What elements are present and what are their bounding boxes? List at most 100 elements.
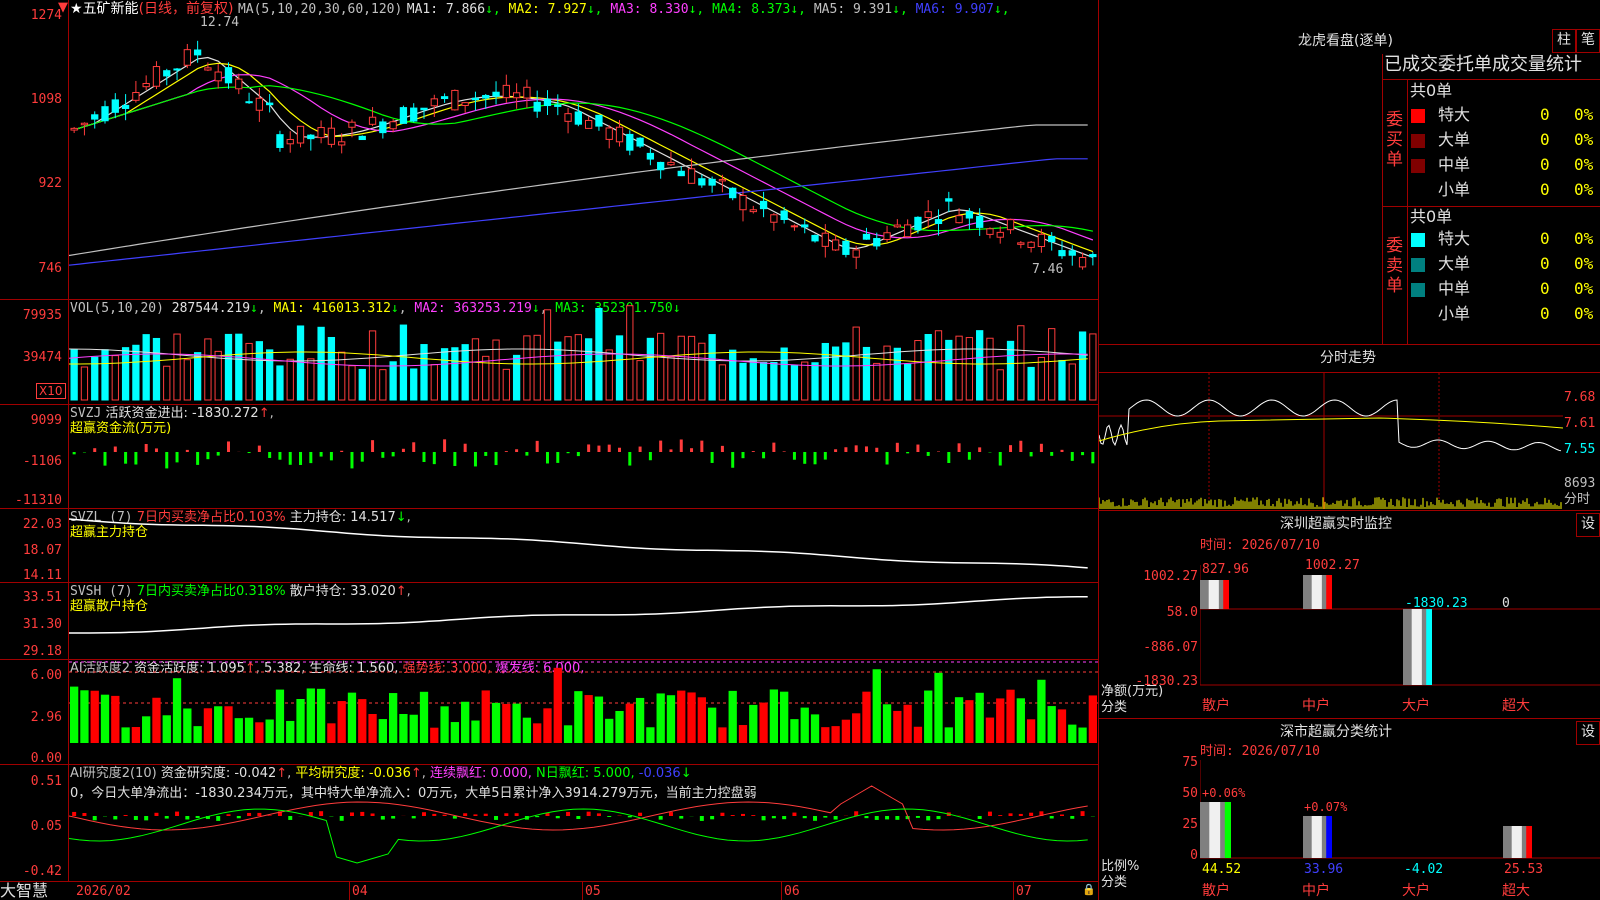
stats-value: 44.52 bbox=[1202, 862, 1241, 877]
monitor-value: -1830.23 bbox=[1405, 596, 1468, 611]
sz-stats-settings-button[interactable]: 设 bbox=[1576, 721, 1600, 745]
activity-bar bbox=[759, 702, 768, 743]
volume-bar bbox=[296, 325, 305, 401]
order-count: 0 bbox=[1540, 279, 1550, 298]
candle bbox=[883, 232, 891, 240]
volume-bar bbox=[698, 342, 706, 401]
pane-divider bbox=[0, 881, 1098, 882]
candle bbox=[626, 133, 634, 151]
activity-bar bbox=[687, 692, 696, 743]
dragon-tiger-title: 龙虎看盘(逐单) bbox=[1298, 33, 1393, 49]
volume-bar bbox=[193, 352, 202, 401]
candle bbox=[554, 104, 562, 107]
sz-monitor-chart[interactable]: 827.96 1002.27 -1830.23 0 散户 中户 大户 超大 bbox=[1200, 555, 1600, 715]
monitor-bar-highlight bbox=[1411, 609, 1422, 685]
lock-icon[interactable]: 🔒 bbox=[1082, 883, 1096, 896]
activity-bar bbox=[1088, 695, 1097, 743]
volume-bar bbox=[1048, 328, 1056, 401]
candle bbox=[245, 101, 253, 104]
retail-hold-chart[interactable] bbox=[69, 583, 1098, 659]
ai-research-chart[interactable] bbox=[69, 765, 1098, 881]
candle bbox=[574, 111, 582, 125]
activity-bar bbox=[749, 704, 758, 743]
ai-activity-chart[interactable] bbox=[69, 660, 1098, 764]
candle bbox=[80, 122, 89, 126]
intraday-y-label: 7.68 bbox=[1564, 390, 1596, 405]
candle bbox=[183, 49, 191, 66]
candle bbox=[585, 119, 593, 129]
bar-view-button[interactable]: 柱 bbox=[1552, 29, 1576, 53]
activity-bar bbox=[203, 708, 213, 743]
candle bbox=[91, 114, 99, 120]
volume-bar bbox=[533, 334, 541, 401]
activity-bar bbox=[358, 699, 367, 743]
activity-bar bbox=[924, 690, 933, 743]
candle bbox=[399, 107, 408, 124]
main-force-hold-chart[interactable] bbox=[69, 509, 1098, 582]
volume-bar bbox=[626, 305, 634, 401]
volume-bar bbox=[708, 334, 716, 401]
activity-bar bbox=[563, 725, 573, 743]
intraday-chart[interactable] bbox=[1099, 373, 1563, 509]
volume-bar bbox=[801, 361, 809, 401]
activity-bar bbox=[635, 697, 645, 743]
volume-bar bbox=[163, 365, 171, 401]
candlestick-chart[interactable] bbox=[69, 0, 1098, 299]
activity-bar bbox=[697, 697, 706, 743]
sz-monitor-settings-button[interactable]: 设 bbox=[1576, 513, 1600, 537]
candle bbox=[687, 168, 696, 184]
candle bbox=[338, 141, 346, 146]
activity-bar bbox=[440, 706, 449, 743]
tick-view-button[interactable]: 笔 bbox=[1576, 29, 1600, 53]
candle bbox=[163, 70, 171, 77]
volume-bar bbox=[574, 334, 582, 401]
candle bbox=[739, 194, 747, 211]
candle bbox=[718, 178, 727, 182]
sz-stats-y-label: 25 bbox=[1182, 817, 1198, 832]
activity-bar bbox=[605, 718, 614, 743]
candle bbox=[492, 91, 500, 97]
price-y-label: 1098 bbox=[30, 92, 62, 107]
sz-monitor-title: 深圳超赢实时监控 bbox=[1280, 516, 1392, 532]
volume-bar bbox=[729, 349, 737, 401]
volume-bar bbox=[955, 335, 963, 401]
stock-terminal: ★五矿新能(日线，前复权) MA(5,10,20,30,60,120) MA1:… bbox=[0, 0, 1600, 900]
volume-bar bbox=[749, 358, 757, 401]
sz-stats-time: 时间: 2026/07/10 bbox=[1200, 744, 1320, 759]
category-label: 中户 bbox=[1302, 882, 1330, 899]
candle bbox=[657, 161, 665, 171]
candle bbox=[945, 198, 953, 202]
activity-bar bbox=[862, 691, 871, 743]
sell-label: 委卖单 bbox=[1386, 236, 1403, 296]
candle bbox=[440, 96, 449, 100]
volume-bar bbox=[276, 365, 284, 401]
ma-line bbox=[69, 158, 1088, 266]
candle bbox=[934, 219, 943, 225]
activity-bar bbox=[399, 713, 408, 743]
order-count: 0 bbox=[1540, 155, 1550, 174]
order-type-label: 小单 bbox=[1438, 180, 1471, 199]
money-flow-chart[interactable] bbox=[69, 405, 1098, 508]
volume-chart[interactable] bbox=[69, 300, 1098, 404]
volume-bar bbox=[255, 341, 264, 401]
sz-monitor-y-label: 58.0 bbox=[1166, 605, 1198, 620]
candle bbox=[831, 239, 840, 251]
brand-logo[interactable]: 大智慧 bbox=[0, 882, 68, 900]
sz-stats-chart[interactable]: +0.06% +0.07% 44.52 33.96 -4.02 25.53 散户 中户 大户 超大 bbox=[1200, 760, 1600, 900]
price-y-label: 922 bbox=[38, 176, 62, 191]
order-percent: 0% bbox=[1574, 304, 1594, 323]
activity-bar bbox=[481, 690, 490, 743]
volume-bar bbox=[976, 330, 984, 401]
activity-bar bbox=[471, 720, 480, 743]
activity-bar bbox=[728, 690, 737, 743]
sz-stats-title: 深市超赢分类统计 bbox=[1280, 724, 1392, 740]
activity-bar bbox=[882, 704, 892, 743]
volume-bar bbox=[615, 335, 624, 401]
activity-bar bbox=[286, 720, 295, 743]
volume-bar bbox=[399, 324, 408, 401]
date-label: 07 bbox=[1016, 884, 1032, 899]
monitor-bar-edge bbox=[1326, 575, 1332, 609]
volume-bar bbox=[543, 309, 552, 401]
activity-bar bbox=[1068, 724, 1077, 743]
activity-bar bbox=[574, 691, 583, 743]
